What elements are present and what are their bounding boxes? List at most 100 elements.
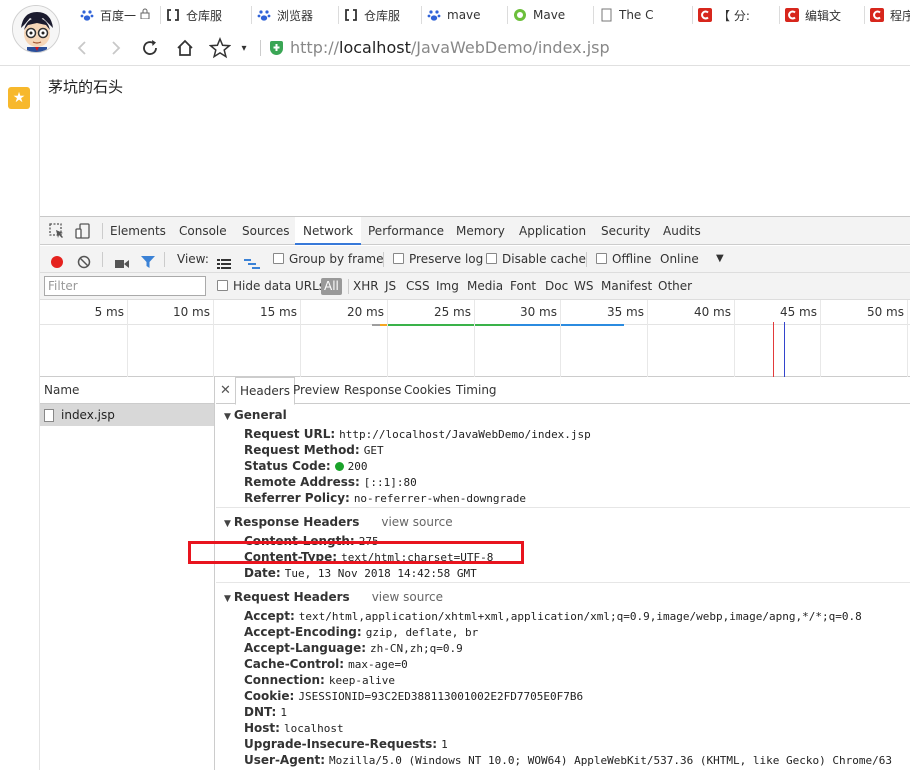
favorites-dropdown-icon[interactable]: ▾	[232, 36, 256, 60]
toolbar-separator	[164, 252, 165, 267]
content-type-highlight-box	[188, 541, 524, 564]
tab-separator	[864, 6, 865, 24]
header-row: DNT: 1	[244, 704, 287, 720]
filter-type-media[interactable]: Media	[467, 273, 503, 299]
reload-icon[interactable]	[138, 36, 162, 60]
filter-type-all[interactable]: All	[321, 278, 342, 295]
timeline-tick-label: 20 ms	[346, 305, 384, 319]
favorite-star-icon[interactable]	[208, 36, 232, 60]
header-value: GET	[363, 444, 384, 457]
record-icon[interactable]	[50, 252, 64, 268]
filter-type-font[interactable]: Font	[510, 273, 536, 299]
browser-tab-label: 仓库服	[186, 8, 223, 23]
throttling-select[interactable]: Online	[660, 246, 699, 272]
tab-preview[interactable]: Preview	[293, 377, 340, 404]
name-column-header[interactable]: Name	[40, 377, 214, 404]
tab-performance[interactable]: Performance	[368, 217, 444, 245]
large-rows-icon[interactable]	[217, 253, 231, 269]
filter-type-doc[interactable]: Doc	[545, 273, 568, 299]
header-key: Accept:	[244, 609, 295, 623]
tab-security[interactable]: Security	[601, 217, 650, 245]
tab-memory[interactable]: Memory	[456, 217, 505, 245]
tab-timing[interactable]: Timing	[456, 377, 497, 404]
response-headers-section-title[interactable]: ▼ Response Headers view source	[224, 515, 453, 529]
tab-response[interactable]: Response	[344, 377, 402, 404]
tab-application[interactable]: Application	[519, 217, 586, 245]
tab-sources[interactable]: Sources	[242, 217, 289, 245]
devtools-panel: Elements Console Sources Network Performance…	[40, 216, 910, 770]
filter-type-ws[interactable]: WS	[574, 273, 593, 299]
browser-tab[interactable]: The C	[599, 4, 665, 26]
filter-type-img[interactable]: Img	[436, 273, 459, 299]
tab-cookies[interactable]: Cookies	[404, 377, 451, 404]
view-source-link[interactable]: view source	[372, 590, 443, 604]
request-row[interactable]: index.jsp	[40, 404, 214, 426]
browser-tab-label: Mave	[533, 8, 566, 22]
device-toolbar-icon[interactable]	[74, 222, 92, 240]
throttling-dropdown-icon[interactable]: ▼	[716, 246, 724, 272]
request-detail-pane: ✕ Headers Preview Response Cookies Timin…	[216, 377, 910, 770]
view-source-link[interactable]: view source	[381, 515, 452, 529]
group-by-frame-checkbox[interactable]: Group by frame	[273, 246, 383, 272]
browser-tab-label: mave	[447, 8, 481, 22]
tab-audits[interactable]: Audits	[663, 217, 701, 245]
filter-type-other[interactable]: Other	[658, 273, 692, 299]
browser-tab[interactable]: 百度一	[80, 4, 154, 26]
browser-tab[interactable]: Mave	[513, 4, 583, 26]
header-row: Connection: keep-alive	[244, 672, 395, 688]
network-overview-timeline[interactable]: 5 ms 10 ms 15 ms 20 ms 25 ms 30 ms 35 ms 40 ms 4…	[40, 300, 910, 377]
header-row: User-Agent: Mozilla/5.0 (Windows NT 10.0;…	[244, 752, 892, 768]
browser-tab[interactable]: 仓库服	[166, 4, 242, 26]
tab-headers[interactable]: Headers	[235, 377, 295, 405]
clear-icon[interactable]	[77, 252, 91, 269]
header-key: Status Code:	[244, 459, 331, 473]
hide-data-urls-checkbox[interactable]: Hide data URLs	[217, 273, 325, 299]
back-icon[interactable]	[70, 36, 94, 60]
filter-input[interactable]: Filter	[44, 276, 206, 296]
tab-elements[interactable]: Elements	[110, 217, 166, 245]
checkbox-box	[596, 253, 607, 264]
disable-cache-checkbox[interactable]: Disable cache	[486, 246, 586, 272]
filter-type-js[interactable]: JS	[385, 273, 396, 299]
header-key: Host:	[244, 721, 280, 735]
favorites-sidebar-star-icon[interactable]: ★	[8, 87, 30, 109]
browser-tab[interactable]: mave	[427, 4, 501, 26]
tab-separator	[692, 6, 693, 24]
tab-console[interactable]: Console	[179, 217, 227, 245]
checkbox-box	[486, 253, 497, 264]
preserve-log-checkbox[interactable]: Preserve log	[393, 246, 483, 272]
header-key: Accept-Encoding:	[244, 625, 362, 639]
browser-tab[interactable]: 浏览器	[257, 4, 331, 26]
header-key: Request URL:	[244, 427, 336, 441]
inspect-element-icon[interactable]	[48, 222, 66, 240]
request-headers-section-title[interactable]: ▼ Request Headers view source	[224, 590, 443, 604]
browser-tab[interactable]: 程序	[870, 4, 910, 26]
home-icon[interactable]	[173, 36, 197, 60]
user-avatar[interactable]	[12, 5, 60, 53]
browser-tab[interactable]: 【 分:	[698, 4, 770, 26]
waterfall-overview-icon[interactable]	[244, 253, 260, 269]
close-detail-icon[interactable]: ✕	[220, 377, 231, 404]
address-bar[interactable]: http://localhost/JavaWebDemo/index.jsp	[290, 38, 610, 57]
timeline-gridline	[560, 300, 561, 377]
forward-icon[interactable]	[104, 36, 128, 60]
browser-nav-bar: ▾ http://localhost/JavaWebDemo/index.jsp	[62, 32, 910, 64]
tab-network[interactable]: Network	[295, 217, 362, 245]
header-key: Accept-Language:	[244, 641, 367, 655]
browser-tab[interactable]: 编辑文	[785, 4, 855, 26]
capture-screenshots-icon[interactable]	[114, 253, 130, 268]
header-row: Date: Tue, 13 Nov 2018 14:42:58 GMT	[244, 565, 477, 581]
tab-separator	[160, 6, 161, 24]
filter-funnel-icon[interactable]	[140, 252, 156, 268]
header-row: Cache-Control: max-age=0	[244, 656, 408, 672]
filter-type-manifest[interactable]: Manifest	[601, 273, 652, 299]
document-file-icon	[44, 408, 54, 422]
filter-type-css[interactable]: CSS	[406, 273, 430, 299]
browser-tab[interactable]: 仓库服	[344, 4, 414, 26]
general-section-title[interactable]: ▼ General	[224, 408, 287, 422]
offline-checkbox[interactable]: Offline	[596, 246, 651, 272]
header-value: zh-CN,zh;q=0.9	[370, 642, 463, 655]
filter-type-xhr[interactable]: XHR	[353, 273, 379, 299]
url-host: localhost	[339, 38, 411, 57]
header-key: DNT:	[244, 705, 277, 719]
